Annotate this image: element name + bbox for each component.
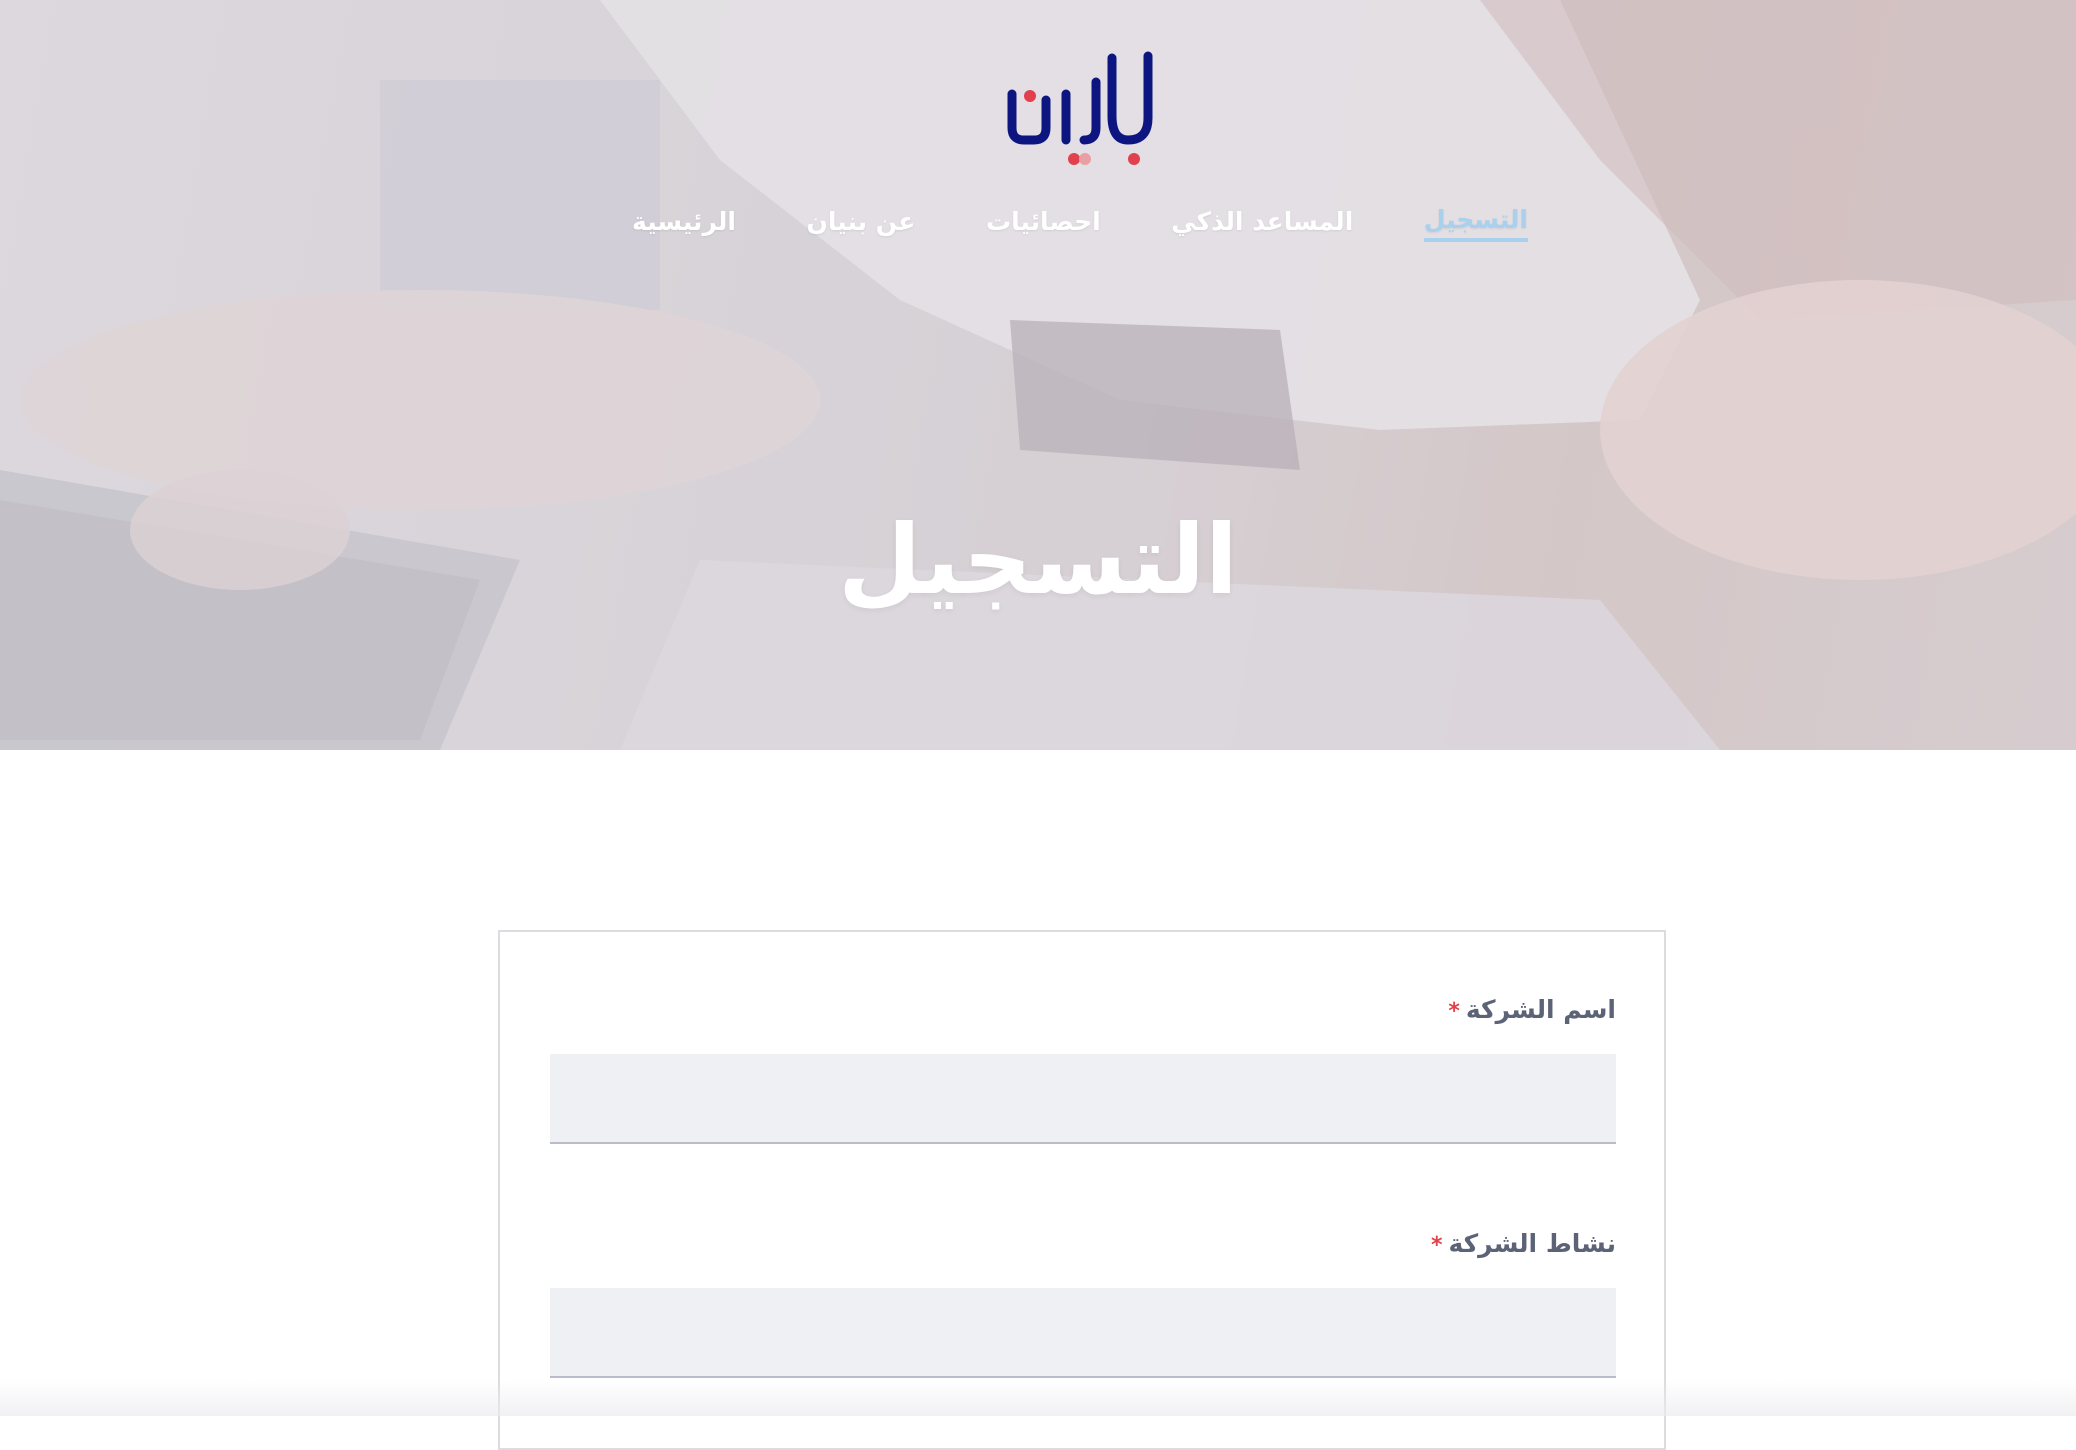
hero-banner: الرئيسية عن بنيان احصائيات المساعد الذكي… <box>0 0 2076 750</box>
registration-form: اسم الشركة* نشاط الشركة* <box>498 930 1666 1450</box>
nav-item-smart-assistant[interactable]: المساعد الذكي <box>1171 207 1353 240</box>
nav-item-home[interactable]: الرئيسية <box>632 207 736 240</box>
company-name-input[interactable] <box>550 1054 1616 1144</box>
main-nav: الرئيسية عن بنيان احصائيات المساعد الذكي… <box>620 198 1540 248</box>
company-activity-input[interactable] <box>550 1288 1616 1378</box>
company-name-label-text: اسم الشركة <box>1465 995 1616 1024</box>
required-mark: * <box>1448 999 1460 1024</box>
company-activity-label: نشاط الشركة* <box>550 1224 1616 1264</box>
nav-item-registration[interactable]: التسجيل <box>1423 205 1528 242</box>
nav-item-about[interactable]: عن بنيان <box>807 207 916 240</box>
bunyan-logo-icon[interactable] <box>1000 36 1170 171</box>
required-mark: * <box>1430 1233 1443 1258</box>
nav-item-statistics[interactable]: احصائيات <box>986 207 1101 240</box>
company-activity-field: نشاط الشركة* <box>550 1224 1616 1378</box>
company-name-field: اسم الشركة* <box>550 990 1616 1144</box>
company-activity-label-text: نشاط الشركة <box>1448 1229 1616 1258</box>
page-title: التسجيل <box>838 504 1238 617</box>
company-name-label: اسم الشركة* <box>550 990 1616 1030</box>
